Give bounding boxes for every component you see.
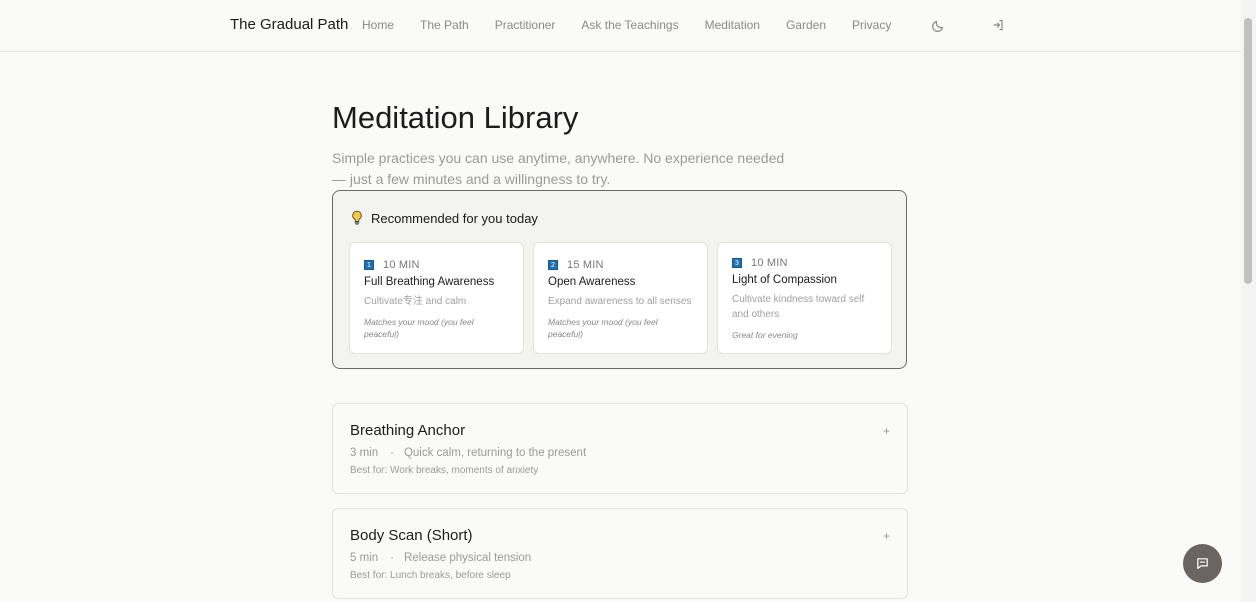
meditation-best-for: Best for: Lunch breaks, before sleep	[350, 570, 511, 581]
card-duration-text: 10 MIN	[383, 259, 420, 271]
meditation-summary: Quick calm, returning to the present	[403, 447, 587, 459]
expand-plus-icon[interactable]: +	[883, 529, 890, 543]
meditation-item[interactable]: Body Scan (Short) 5 min · Release physical…	[332, 508, 908, 599]
brand-logo[interactable]: The Gradual Path	[230, 16, 348, 33]
recommended-card[interactable]: 3 10 MIN Light of Compassion Cultivate k…	[717, 242, 892, 354]
login-icon[interactable]	[990, 17, 1006, 33]
nav-link-practitioner[interactable]: Practitioner	[495, 18, 556, 32]
moon-icon[interactable]	[931, 17, 947, 33]
meditation-best-for: Best for: Work breaks, moments of anxiet…	[350, 465, 539, 476]
card-duration: 1 10 MIN	[364, 259, 420, 271]
expand-plus-icon[interactable]: +	[883, 424, 890, 438]
card-note: Great for evening	[732, 330, 798, 340]
meta-separator: ·	[390, 447, 394, 459]
number-1-icon: 1	[364, 260, 374, 270]
nav-links: Home The Path Practitioner Ask the Teach…	[362, 18, 917, 32]
recommended-heading-text: Recommended for you today	[371, 210, 538, 226]
scrollbar-thumb[interactable]	[1244, 18, 1252, 284]
page: The Gradual Path Home The Path Practitio…	[0, 0, 1256, 602]
number-3-icon: 3	[732, 258, 742, 268]
meta-separator: ·	[390, 552, 394, 564]
recommended-card[interactable]: 1 10 MIN Full Breathing Awareness Cultiv…	[349, 242, 524, 354]
card-duration-text: 10 MIN	[751, 257, 788, 269]
top-nav: The Gradual Path Home The Path Practitio…	[0, 0, 1241, 52]
meditation-meta: 5 min · Release physical tension	[350, 552, 531, 564]
card-note: Matches your mood (you feel peaceful)	[548, 317, 658, 339]
nav-link-ask-the-teachings[interactable]: Ask the Teachings	[581, 18, 678, 32]
chat-button[interactable]	[1183, 544, 1222, 583]
card-description: Cultivate专注 and calm	[364, 296, 467, 307]
nav-link-meditation[interactable]: Meditation	[705, 18, 760, 32]
card-duration: 3 10 MIN	[732, 257, 788, 269]
recommended-panel: Recommended for you today 1 10 MIN Full …	[332, 190, 907, 369]
recommended-card[interactable]: 2 15 MIN Open Awareness Expand awareness…	[533, 242, 708, 354]
meditation-meta: 3 min · Quick calm, returning to the prese…	[350, 447, 586, 459]
card-description: Expand awareness to all senses	[548, 296, 692, 307]
number-2-icon: 2	[548, 260, 558, 270]
meditation-summary: Release physical tension	[403, 552, 532, 564]
nav-link-the-path[interactable]: The Path	[420, 18, 469, 32]
lightbulb-icon	[352, 210, 362, 225]
card-note: Matches your mood (you feel peaceful)	[364, 317, 474, 339]
card-title: Light of Compassion	[732, 274, 837, 286]
meditation-item[interactable]: Breathing Anchor 3 min · Quick calm, retur…	[332, 403, 908, 494]
scrollbar[interactable]	[1241, 0, 1256, 602]
page-subtitle: Simple practices you can use anytime, an…	[332, 150, 785, 187]
chat-icon	[1197, 558, 1208, 569]
card-title: Open Awareness	[548, 276, 636, 288]
page-title: Meditation Library	[332, 100, 579, 135]
meditation-title: Breathing Anchor	[350, 422, 466, 439]
nav-link-privacy[interactable]: Privacy	[852, 18, 891, 32]
meditation-title: Body Scan (Short)	[350, 527, 473, 544]
recommended-heading: Recommended for you today	[350, 210, 538, 226]
card-duration-text: 15 MIN	[567, 259, 604, 271]
meditation-duration: 5 min	[350, 552, 379, 564]
card-title: Full Breathing Awareness	[364, 276, 495, 288]
card-description: Cultivate kindness toward self and other…	[732, 294, 865, 320]
card-duration: 2 15 MIN	[548, 259, 604, 271]
nav-link-garden[interactable]: Garden	[786, 18, 826, 32]
nav-link-home[interactable]: Home	[362, 18, 394, 32]
meditation-duration: 3 min	[350, 447, 379, 459]
